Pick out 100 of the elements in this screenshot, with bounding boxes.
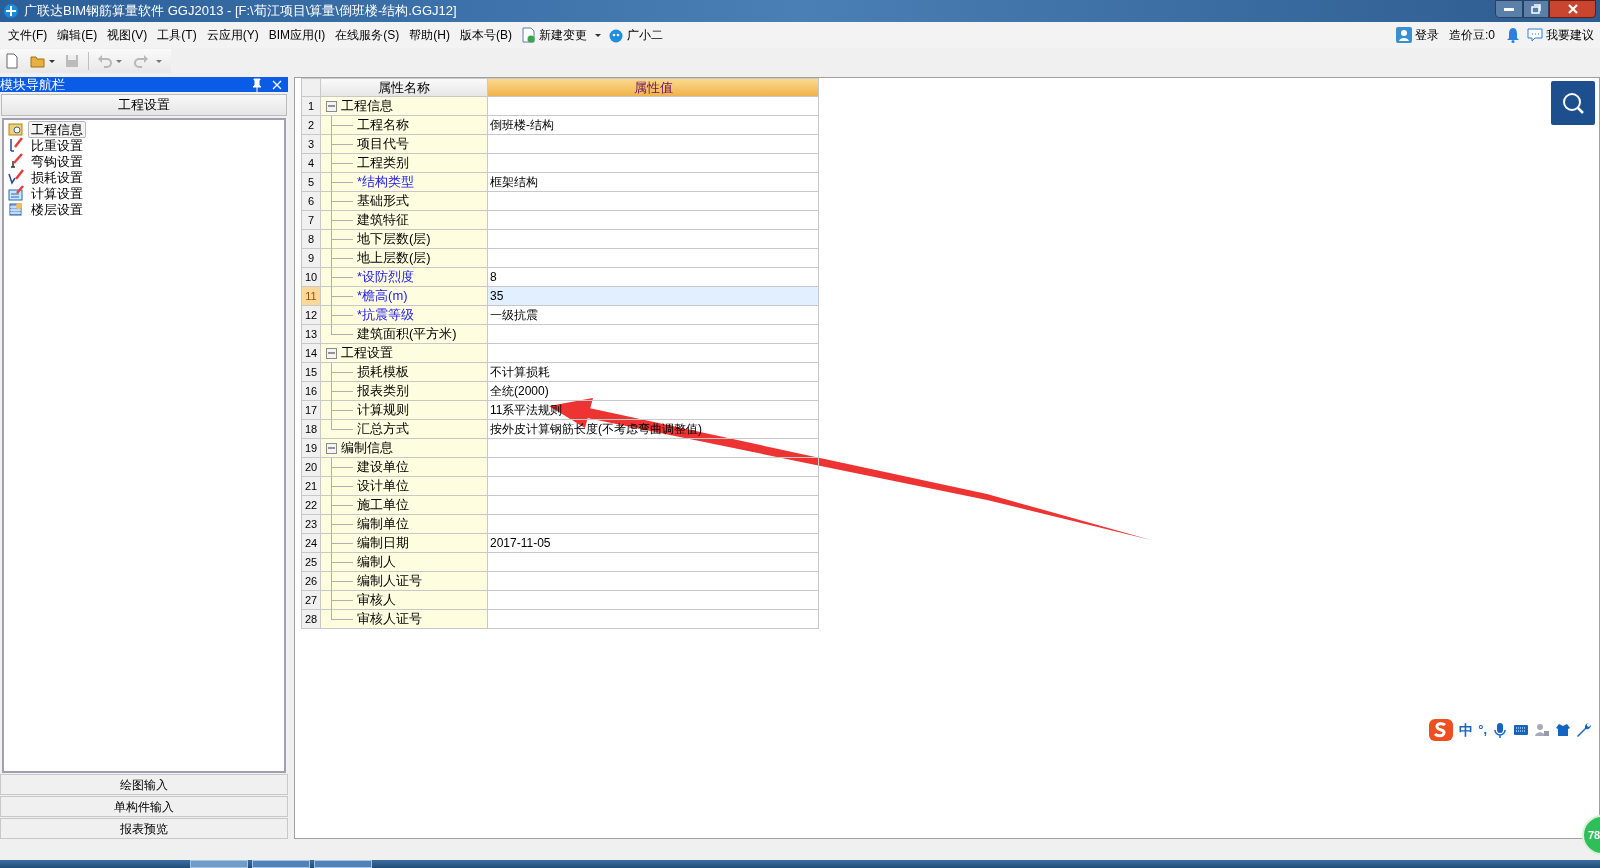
value-cell[interactable] (488, 610, 819, 629)
ime-logo-icon[interactable] (1428, 718, 1455, 742)
menu-item[interactable]: BIM应用(I) (263, 24, 331, 46)
property-name: 建设单位 (357, 458, 409, 477)
wrench-icon[interactable] (1576, 722, 1592, 738)
value-cell[interactable] (488, 344, 819, 363)
module-tab[interactable]: 报表预览 (0, 818, 288, 839)
value-cell[interactable] (488, 496, 819, 515)
header-corner (301, 78, 321, 97)
value-cell[interactable] (488, 230, 819, 249)
value-cell[interactable] (488, 591, 819, 610)
property-name: 建筑特征 (357, 211, 409, 230)
property-name: 施工单位 (357, 496, 409, 515)
maximize-button[interactable] (1523, 0, 1549, 18)
shirt-icon[interactable] (1555, 722, 1571, 738)
keyboard-icon[interactable] (1513, 722, 1529, 738)
search-button[interactable] (1551, 81, 1595, 125)
value-cell[interactable] (488, 477, 819, 496)
module-item[interactable]: 损耗设置 (28, 168, 86, 186)
value-cell[interactable] (488, 154, 819, 173)
collapse-toggle[interactable] (326, 442, 337, 454)
row-number: 14 (301, 344, 321, 363)
menu-item[interactable]: 编辑(E) (52, 24, 103, 46)
input-mode[interactable]: 中 (1459, 719, 1474, 741)
bell-icon[interactable] (1505, 27, 1521, 43)
punctuation-mode[interactable]: °, (1478, 720, 1487, 740)
points-label: 造价豆:0 (1449, 27, 1495, 44)
value-cell[interactable] (488, 458, 819, 477)
column-header[interactable]: 属性值 (488, 78, 819, 97)
user-icon[interactable] (1534, 722, 1550, 738)
row-number: 23 (301, 515, 321, 534)
magnifier-icon (8, 121, 24, 137)
login-button[interactable]: 登录 (1396, 26, 1439, 44)
save-icon[interactable] (64, 53, 80, 69)
property-name: *结构类型 (357, 173, 415, 192)
menu-item[interactable]: 工具(T) (152, 24, 202, 46)
row-number: 16 (301, 382, 321, 401)
property-name: 编制人证号 (357, 572, 422, 591)
assistant-button[interactable]: 广小二 (605, 24, 666, 46)
value-cell[interactable]: 不计算损耗 (488, 363, 819, 382)
module-item[interactable]: 楼层设置 (28, 200, 86, 218)
row-number: 6 (301, 192, 321, 211)
module-item[interactable]: 弯钩设置 (28, 152, 86, 170)
value-cell[interactable] (488, 515, 819, 534)
module-item[interactable]: 工程信息 (28, 120, 86, 138)
property-name: 项目代号 (357, 135, 409, 154)
collapse-toggle[interactable] (326, 100, 337, 112)
value-cell[interactable] (488, 439, 819, 458)
value-cell[interactable] (488, 553, 819, 572)
app-icon (3, 3, 19, 19)
module-tab[interactable]: 单构件输入 (0, 796, 288, 817)
pin-icon[interactable] (250, 77, 264, 92)
value-cell[interactable] (488, 249, 819, 268)
collapse-toggle[interactable] (326, 347, 337, 359)
minimize-button[interactable] (1495, 0, 1523, 18)
value-cell[interactable]: 35 (488, 287, 819, 306)
group-label: 工程信息 (341, 97, 393, 116)
stack-icon (8, 201, 24, 217)
menu-item[interactable]: 视图(V) (102, 24, 153, 46)
module-item[interactable]: 计算设置 (28, 184, 86, 202)
minimize-icon (1504, 7, 1514, 11)
value-cell[interactable] (488, 135, 819, 154)
menu-item[interactable]: 文件(F) (3, 24, 53, 46)
new-change-button[interactable]: 新建变更 (517, 24, 605, 46)
redo-icon[interactable] (133, 53, 149, 69)
value-cell[interactable] (488, 97, 819, 116)
row-number: 5 (301, 173, 321, 192)
value-cell[interactable]: 倒班楼-结构 (488, 116, 819, 135)
value-cell[interactable]: 2017-11-05 (488, 534, 819, 553)
module-item[interactable]: 比重设置 (28, 136, 86, 154)
section-header[interactable]: 工程设置 (1, 94, 287, 116)
property-name: 计算规则 (357, 401, 409, 420)
microphone-icon[interactable] (1492, 722, 1508, 738)
value-cell[interactable] (488, 192, 819, 211)
property-name: *设防烈度 (357, 268, 415, 287)
row-number: 9 (301, 249, 321, 268)
value-cell[interactable]: 框架结构 (488, 173, 819, 192)
new-file-icon[interactable] (4, 53, 20, 69)
property-name: 编制人 (357, 553, 396, 572)
property-name: 工程名称 (357, 116, 409, 135)
property-name: 审核人 (357, 591, 396, 610)
module-tab[interactable]: 绘图输入 (0, 774, 288, 795)
menu-item[interactable]: 云应用(Y) (201, 24, 264, 46)
value-cell[interactable] (488, 572, 819, 591)
value-cell[interactable] (488, 325, 819, 344)
row-number: 11 (301, 287, 321, 306)
menu-item[interactable]: 帮助(H) (404, 24, 455, 46)
row-number: 15 (301, 363, 321, 382)
pencil-icon (8, 169, 24, 185)
menu-item[interactable]: 在线服务(S) (330, 24, 405, 46)
menu-item[interactable]: 版本号(B) (455, 24, 517, 46)
property-name: 损耗模板 (357, 363, 409, 382)
value-cell[interactable] (488, 211, 819, 230)
feedback-button[interactable]: 我要建议 (1527, 26, 1594, 44)
search-icon (1561, 91, 1585, 115)
value-cell[interactable]: 全统(2000) (488, 382, 819, 401)
column-header[interactable]: 属性名称 (321, 78, 488, 97)
close-button[interactable] (1549, 0, 1596, 18)
value-cell[interactable]: 一级抗震 (488, 306, 819, 325)
caret-icon[interactable] (48, 57, 56, 65)
